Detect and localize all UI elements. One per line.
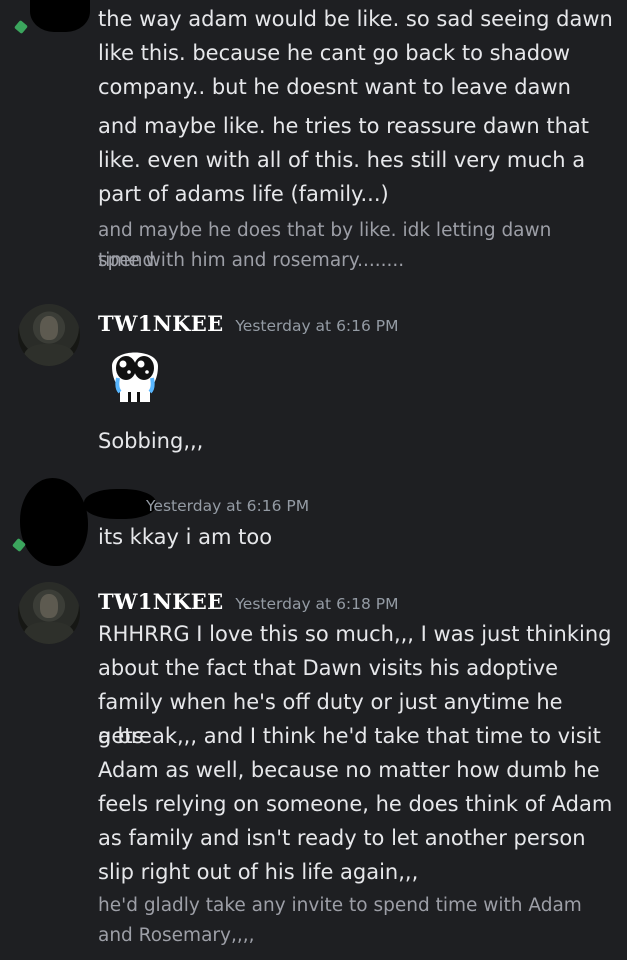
message-text: Sobbing,,,	[98, 429, 204, 453]
status-indicator-top	[13, 19, 29, 35]
message-line: Adam as well, because no matter how dumb…	[98, 758, 600, 782]
message-text: its kkay i am too	[98, 525, 273, 549]
message-line: the way adam would be like. so sad seein…	[98, 7, 613, 31]
message-line: RHHRRG I love this so much,,, I was just…	[98, 622, 612, 646]
message-line: like. even with all of this. hes still v…	[98, 148, 586, 172]
message-subline: and Rosemary,,,,	[98, 925, 255, 946]
message-line: a break,,, and I think he'd take that ti…	[98, 724, 601, 748]
message-line: company.. but he doesnt want to leave da…	[98, 75, 571, 99]
message-line: about the fact that Dawn visits his adop…	[98, 656, 559, 680]
message-line: like this. because he cant go back to sh…	[98, 41, 571, 65]
message-line: and maybe like. he tries to reassure daw…	[98, 114, 590, 138]
message-line: part of adams life (family...)	[98, 182, 389, 206]
timestamp: Yesterday at 6:16 PM	[235, 317, 399, 335]
username[interactable]: TW1NKEE	[98, 311, 223, 336]
username[interactable]: TW1NKEE	[98, 589, 223, 614]
redacted-avatar	[20, 478, 88, 566]
timestamp: Yesterday at 6:18 PM	[235, 595, 399, 613]
avatar[interactable]	[18, 304, 80, 366]
timestamp: Yesterday at 6:16 PM	[146, 497, 310, 515]
message-line: feels relying on someone, he does think …	[98, 792, 613, 816]
message-line: slip right out of his life again,,,	[98, 860, 419, 884]
avatar[interactable]	[18, 582, 80, 644]
crying-skull-sticker-icon[interactable]	[104, 340, 166, 410]
message-subline: he'd gladly take any invite to spend tim…	[98, 895, 582, 916]
message-line: as family and isn't ready to let another…	[98, 826, 586, 850]
message-subline: time with him and rosemary........	[98, 250, 405, 271]
